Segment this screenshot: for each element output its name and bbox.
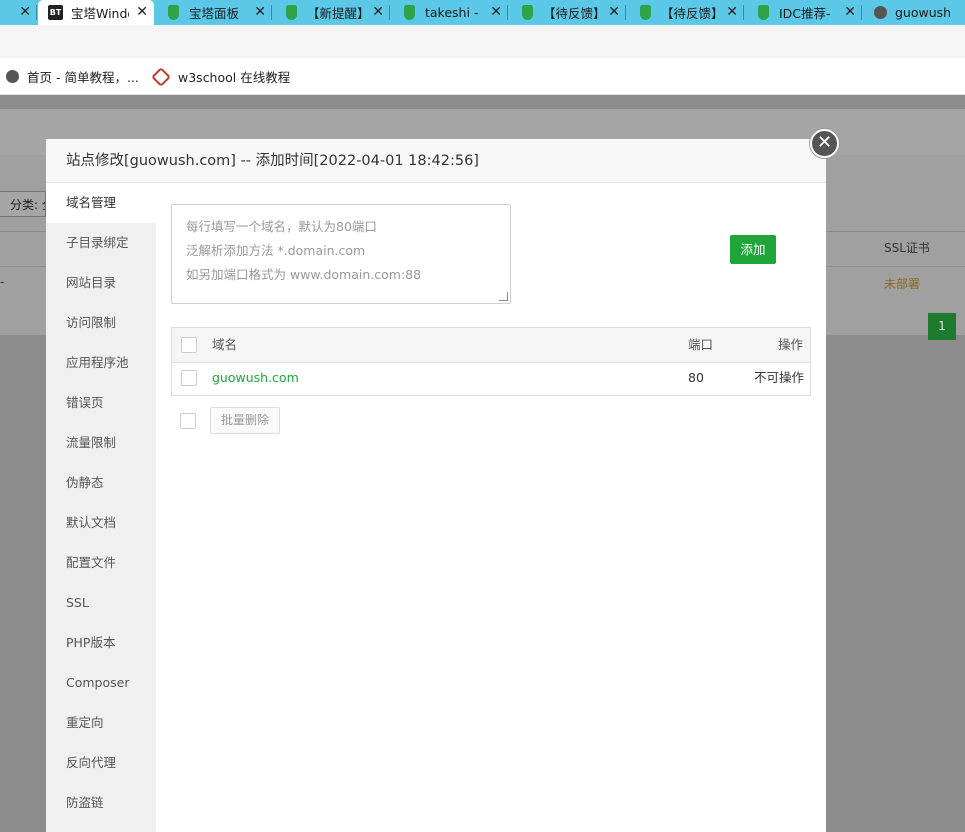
shield-icon [168, 5, 179, 20]
globe-icon [874, 6, 887, 19]
port-value: 80 [688, 370, 704, 385]
tab-title: guowush [895, 5, 952, 20]
nav-domain-management[interactable]: 域名管理 [46, 183, 156, 223]
shield-icon [522, 5, 533, 20]
shield-icon [758, 5, 769, 20]
nav-redirect[interactable]: 重定向 [46, 703, 156, 743]
bookmark-label: w3school 在线教程 [178, 70, 291, 85]
modal-sidenav: 域名管理 子目录绑定 网站目录 访问限制 应用程序池 错误页 流量限制 伪静态 … [46, 183, 156, 832]
nav-traffic-limit[interactable]: 流量限制 [46, 423, 156, 463]
tab-close-icon[interactable]: ✕ [372, 4, 384, 20]
domain-textarea[interactable]: 每行填写一个域名，默认为80端口 泛解析添加方法 *.domain.com 如另… [171, 204, 511, 304]
browser-tab-5[interactable]: 【待反馈】 ✕ [508, 0, 626, 25]
resize-grip-icon[interactable] [499, 292, 508, 301]
tab-close-icon[interactable]: ✕ [136, 4, 148, 20]
tab-title: IDC推荐- [779, 6, 831, 21]
browser-tab-0[interactable]: ✕ [0, 0, 37, 25]
placeholder-line: 如另加端口格式为 www.domain.com:88 [186, 267, 422, 282]
pagination-page-button: 1 [928, 313, 956, 340]
shield-icon [286, 5, 297, 20]
ssl-status: 未部署 [884, 277, 921, 291]
modal-content: 每行填写一个域名，默认为80端口 泛解析添加方法 *.domain.com 如另… [156, 183, 826, 832]
row-checkbox[interactable] [181, 370, 197, 386]
browser-toolbar [0, 25, 965, 58]
placeholder-line: 泛解析添加方法 *.domain.com [186, 243, 366, 258]
browser-tab-8[interactable]: guowush [862, 0, 965, 25]
tab-close-icon[interactable]: ✕ [254, 4, 266, 20]
nav-subdirectory-binding[interactable]: 子目录绑定 [46, 223, 156, 263]
browser-tab-1[interactable]: BT 宝塔Windo ✕ [38, 0, 154, 25]
header-domain: 域名 [212, 337, 238, 352]
placeholder-line: 每行填写一个域名，默认为80端口 [186, 219, 377, 234]
tab-separator [36, 5, 37, 20]
shield-icon [404, 5, 415, 20]
tab-close-icon[interactable]: ✕ [726, 4, 738, 20]
shield-icon [640, 5, 651, 20]
modal-close-icon[interactable]: ✕ [810, 129, 839, 158]
tab-title: 【新提醒】 [307, 6, 369, 21]
tab-close-icon[interactable]: ✕ [608, 4, 620, 20]
nav-config-file[interactable]: 配置文件 [46, 543, 156, 583]
nav-site-directory[interactable]: 网站目录 [46, 263, 156, 303]
bookmark-item[interactable]: 首页 - 简单教程，... [6, 67, 139, 86]
bookmark-label: 首页 - 简单教程，... [27, 70, 139, 85]
browser-tab-2[interactable]: 宝塔面板 ✕ [154, 0, 272, 25]
nav-rewrite[interactable]: 伪静态 [46, 463, 156, 503]
bulk-select-checkbox[interactable] [180, 413, 196, 429]
w3school-icon [151, 66, 171, 87]
row-dash: - [0, 275, 5, 289]
add-domain-button[interactable]: 添加 [730, 235, 776, 264]
globe-icon [6, 70, 19, 83]
table-header-row: 域名 端口 操作 [172, 328, 810, 363]
nav-php-version[interactable]: PHP版本 [46, 623, 156, 663]
tab-title: 宝塔面板 [189, 6, 240, 21]
select-all-checkbox[interactable] [181, 337, 197, 353]
nav-default-document[interactable]: 默认文档 [46, 503, 156, 543]
bulk-delete-button[interactable]: 批量删除 [210, 407, 280, 434]
tab-title: 【待反馈】 [661, 6, 723, 21]
nav-reverse-proxy[interactable]: 反向代理 [46, 743, 156, 783]
tab-close-icon[interactable]: ✕ [490, 4, 502, 20]
tab-title: takeshi - [425, 5, 479, 20]
site-edit-modal: 站点修改[guowush.com] -- 添加时间[2022-04-01 18:… [46, 139, 826, 832]
table-row: guowush.com 80 不可操作 [172, 362, 810, 395]
bookmarks-bar: 首页 - 简单教程，... w3school 在线教程 [0, 58, 965, 95]
tab-title: 宝塔Windo [71, 6, 129, 21]
browser-tab-strip: ✕ BT 宝塔Windo ✕ 宝塔面板 ✕ 【新提醒】 ✕ takeshi - … [0, 0, 965, 25]
bt-logo-icon: BT [48, 5, 63, 20]
domain-table: 域名 端口 操作 guowush.com 80 不可操作 [171, 327, 811, 396]
browser-tab-6[interactable]: 【待反馈】 ✕ [626, 0, 744, 25]
header-action: 操作 [778, 337, 804, 352]
ssl-column-header: SSL证书 [884, 241, 930, 255]
domain-link[interactable]: guowush.com [212, 370, 299, 386]
tab-close-icon[interactable]: ✕ [844, 4, 856, 20]
nav-ssl[interactable]: SSL [46, 583, 156, 623]
nav-hotlink-protection[interactable]: 防盗链 [46, 783, 156, 823]
category-filter: 分类: 全 [0, 191, 46, 217]
tab-close-icon[interactable]: ✕ [19, 4, 31, 20]
browser-tab-3[interactable]: 【新提醒】 ✕ [272, 0, 390, 25]
browser-tab-4[interactable]: takeshi - ✕ [390, 0, 508, 25]
nav-composer[interactable]: Composer [46, 663, 156, 703]
bookmark-item[interactable]: w3school 在线教程 [151, 66, 291, 87]
nav-error-page[interactable]: 错误页 [46, 383, 156, 423]
modal-title: 站点修改[guowush.com] -- 添加时间[2022-04-01 18:… [46, 139, 826, 183]
action-status: 不可操作 [754, 370, 805, 385]
tab-title: 【待反馈】 [543, 6, 605, 21]
browser-tab-7[interactable]: IDC推荐- ✕ [744, 0, 862, 25]
header-port: 端口 [688, 337, 714, 352]
nav-app-pool[interactable]: 应用程序池 [46, 343, 156, 383]
nav-access-restriction[interactable]: 访问限制 [46, 303, 156, 343]
